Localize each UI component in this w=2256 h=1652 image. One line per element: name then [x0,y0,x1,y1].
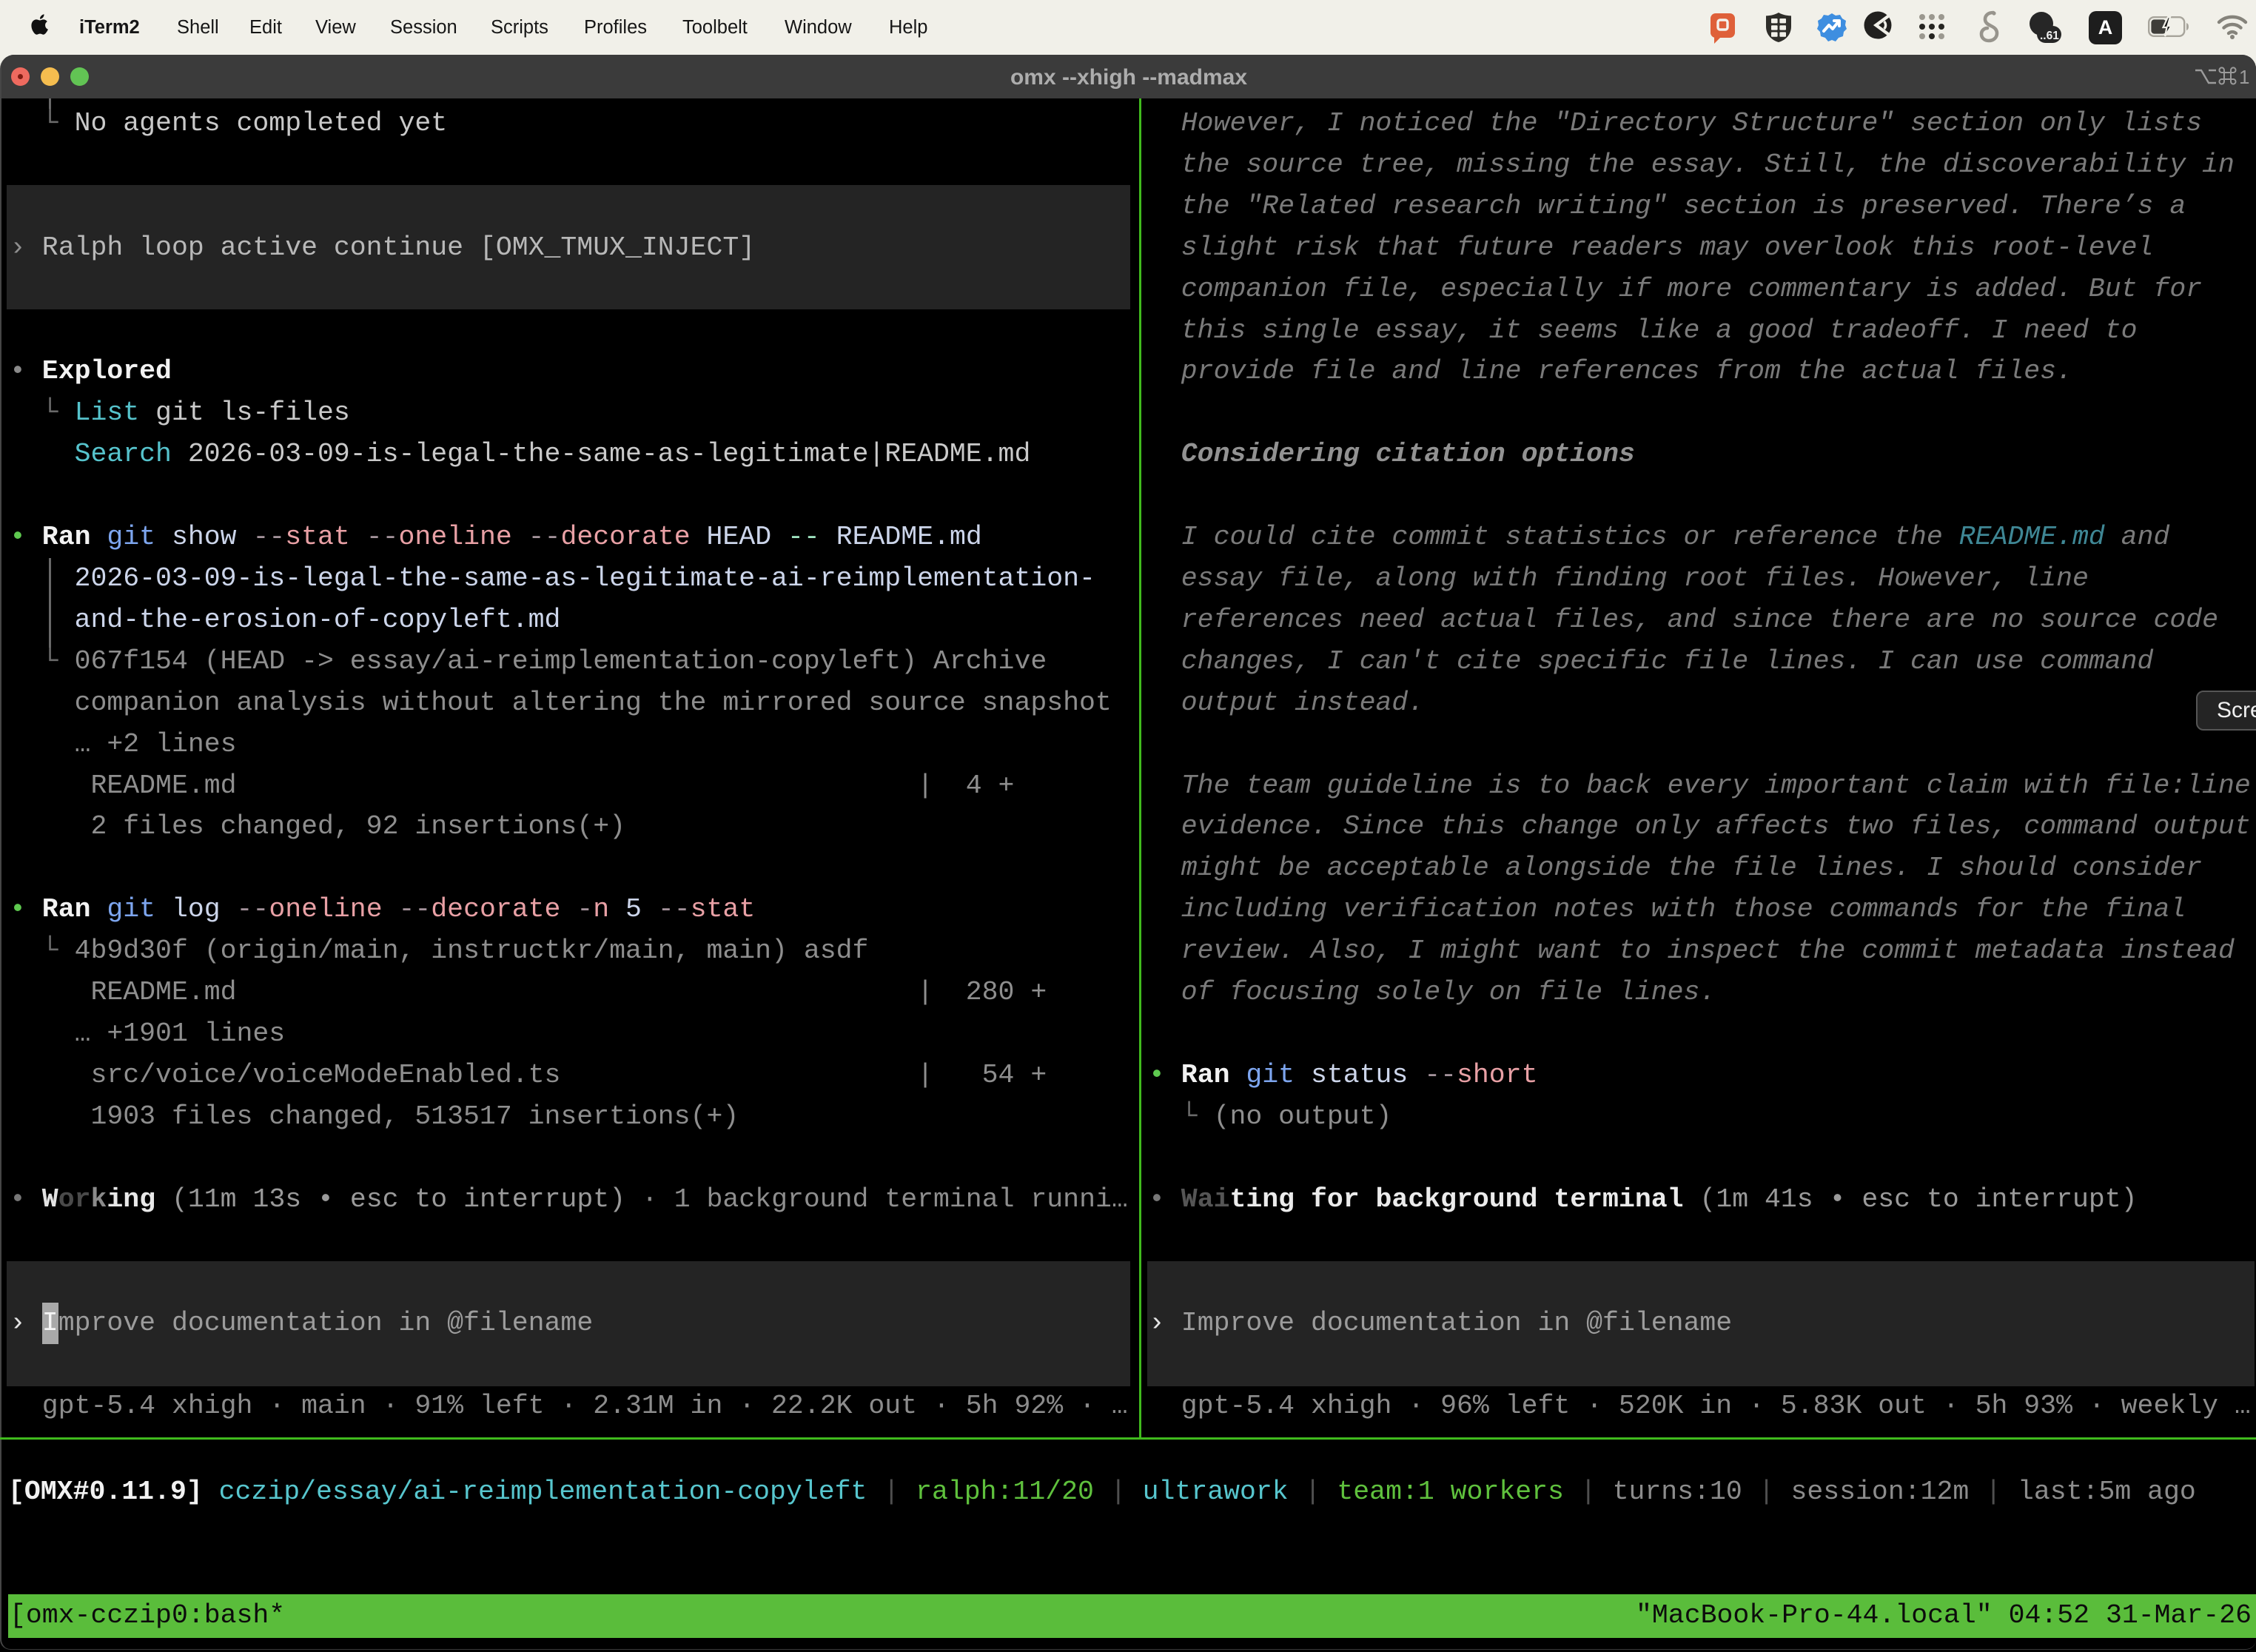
svg-text:1: 1 [2239,66,2249,88]
svg-text:..61: ..61 [2040,30,2059,42]
